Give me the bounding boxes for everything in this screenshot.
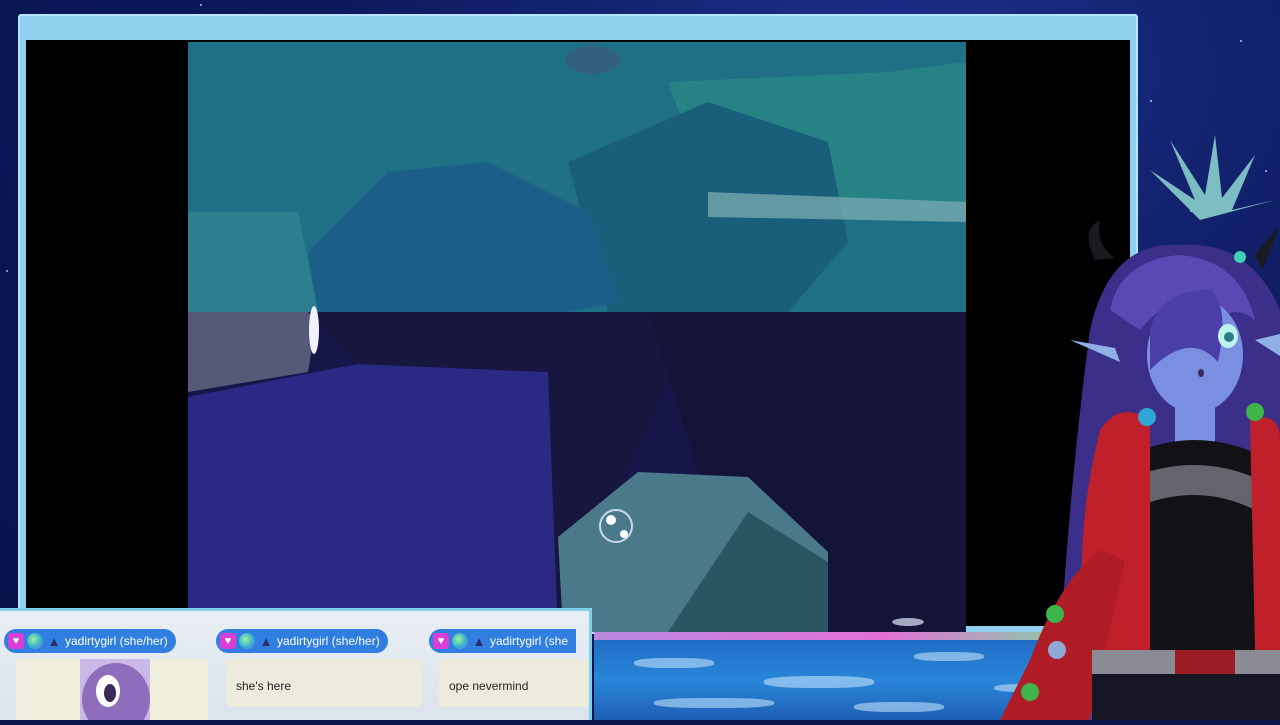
water-glint — [634, 658, 714, 668]
star — [1150, 100, 1152, 102]
witch-hat-badge-icon: ▲ — [259, 633, 273, 649]
star — [200, 4, 202, 6]
water-glint — [764, 676, 874, 688]
underwater-cave-scene — [188, 42, 966, 632]
chat-message-header: ♥ ▲ yadirtygirl (she/her) — [216, 629, 388, 653]
star — [6, 270, 8, 272]
globe-badge-icon — [452, 633, 468, 649]
chat-username: yadirtygirl (she/her) — [65, 634, 168, 648]
chat-avatar-image — [16, 659, 208, 720]
chat-message: ♥ ▲ yadirtygirl (she ope nevermind — [429, 611, 589, 720]
water-glint — [854, 702, 944, 712]
game-capture-frame — [18, 14, 1138, 634]
heart-badge-icon: ♥ — [8, 633, 24, 649]
star — [1240, 40, 1242, 42]
heart-badge-icon: ♥ — [220, 633, 236, 649]
game-screen[interactable] — [188, 42, 966, 632]
chat-message-header: ♥ ▲ yadirtygirl (she/her) — [4, 629, 176, 653]
chat-message-header: ♥ ▲ yadirtygirl (she — [429, 629, 577, 653]
game-capture-area — [26, 40, 1130, 632]
witch-hat-badge-icon: ▲ — [47, 633, 61, 649]
chat-username: yadirtygirl (she/her) — [277, 634, 380, 648]
globe-badge-icon — [27, 633, 43, 649]
witch-hat-badge-icon: ▲ — [472, 633, 486, 649]
heart-badge-icon: ♥ — [433, 633, 449, 649]
vtuber-avatar — [1000, 130, 1280, 720]
chat-message-text: ope nevermind — [439, 659, 589, 707]
water-glint — [914, 652, 984, 661]
chat-message: ♥ ▲ yadirtygirl (she/her) — [4, 611, 210, 720]
chat-overlay: ♥ ▲ yadirtygirl (she/her) ♥ ▲ yadirtygir… — [0, 608, 592, 720]
chat-username: yadirtygirl (she — [490, 634, 569, 648]
globe-badge-icon — [239, 633, 255, 649]
chat-message-text: she's here — [226, 659, 422, 707]
water-glint — [654, 698, 774, 708]
chat-message: ♥ ▲ yadirtygirl (she/her) she's here — [216, 611, 422, 720]
